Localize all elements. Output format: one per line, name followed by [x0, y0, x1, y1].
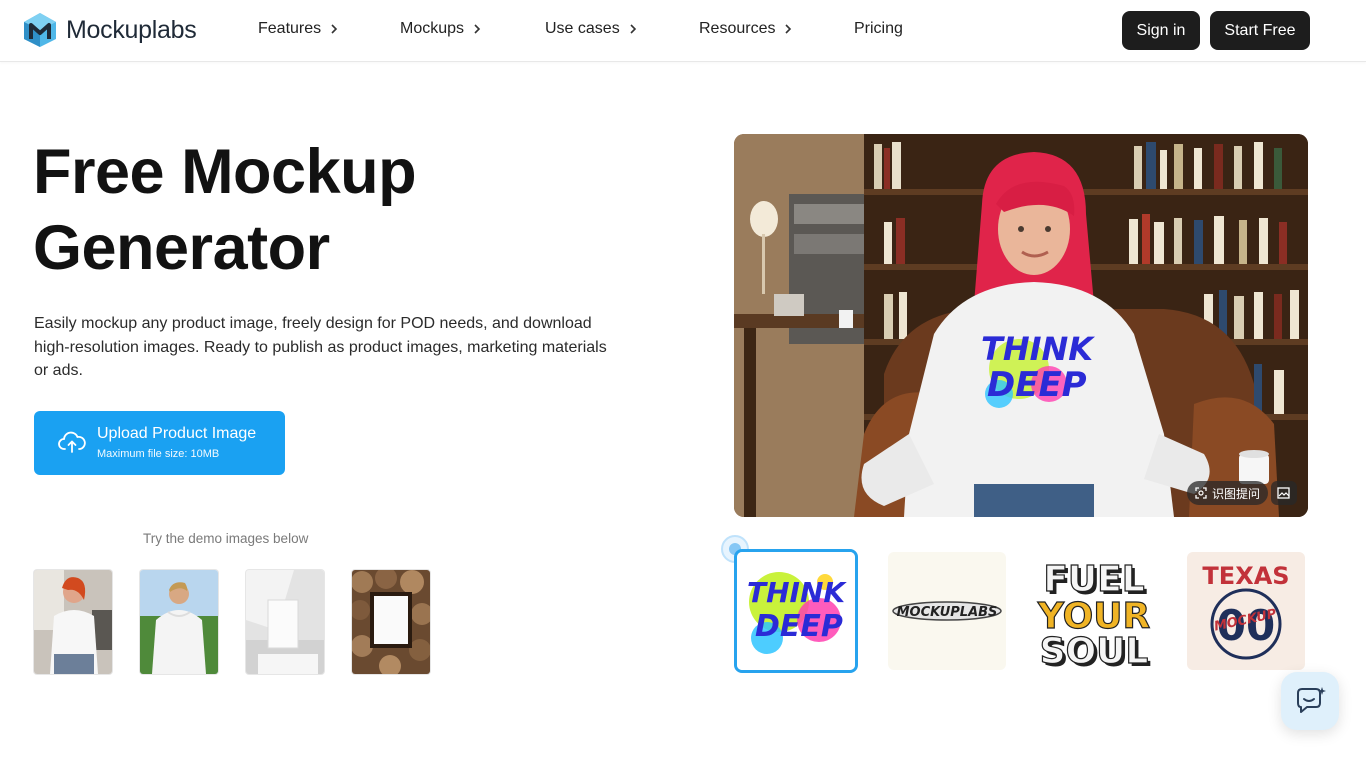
demo-image-frame-on-logs[interactable] [352, 570, 430, 674]
scan-icon [1195, 487, 1207, 499]
demo-image-man-hoodie[interactable] [140, 570, 218, 674]
design-mockuplabs[interactable]: MOCKUPLABS [888, 552, 1006, 670]
nav-resources[interactable]: Resources [699, 20, 795, 38]
design-texas[interactable]: TEXAS 00 MOCKUP [1187, 552, 1305, 670]
upload-size-note: Maximum file size: 10MB [97, 448, 220, 460]
demo-image-woman-tshirt[interactable] [34, 570, 112, 674]
nav-features[interactable]: Features [258, 20, 341, 38]
svg-text:DEEP: DEEP [987, 365, 1087, 405]
nav-use-cases-label: Use cases [545, 20, 620, 37]
design-think-deep[interactable]: THINK DEEP [734, 549, 858, 673]
mockup-preview-image: THINK DEEP [734, 134, 1308, 517]
chevron-right-icon [474, 24, 481, 34]
chat-bubble-icon [1297, 687, 1326, 713]
hero-title-line1: Free Mockup [33, 137, 417, 207]
nav-use-cases[interactable]: Use cases [545, 20, 640, 38]
design-fuel-line3: SOUL [1040, 631, 1149, 670]
nav-mockups[interactable]: Mockups [400, 20, 484, 38]
nav-pricing[interactable]: Pricing [854, 20, 903, 38]
brand-name: Mockuplabs [66, 15, 197, 44]
image-search-button[interactable] [1271, 481, 1297, 505]
svg-text:THINK: THINK [981, 330, 1095, 368]
chevron-right-icon [785, 24, 792, 34]
design-think-deep-line2: DEEP [755, 609, 843, 644]
logo-icon [24, 13, 56, 47]
design-fuel-your-soul[interactable]: FUEL FUEL YOUR SOUL SOUL [1036, 552, 1154, 670]
nav-resources-label: Resources [699, 20, 776, 37]
start-free-button[interactable]: Start Free [1210, 11, 1310, 50]
design-fuel-line1: FUEL [1043, 559, 1144, 600]
demo-image-blank-card[interactable] [246, 570, 324, 674]
hero-description: Easily mockup any product image, freely … [34, 315, 607, 379]
demo-hint: Try the demo images below [143, 531, 309, 546]
chat-widget-button[interactable] [1281, 672, 1339, 730]
hero-title-line2: Generator [33, 213, 330, 283]
top-nav: Mockuplabs Features Mockups Use cases Re… [0, 0, 1366, 62]
hero-title: Free Mockup Generator [33, 134, 633, 286]
nav-mockups-label: Mockups [400, 20, 465, 37]
image-question-chip[interactable]: 识图提问 [1187, 481, 1269, 505]
design-mockuplabs-text: MOCKUPLABS [897, 605, 998, 620]
upload-label: Upload Product Image [97, 425, 257, 442]
chevron-right-icon [331, 24, 338, 34]
upload-product-image-button[interactable]: Upload Product Image Maximum file size: … [34, 411, 285, 475]
image-icon [1277, 487, 1290, 499]
sign-in-button[interactable]: Sign in [1122, 11, 1200, 50]
cloud-upload-icon [58, 431, 86, 453]
design-texas-title: TEXAS [1202, 562, 1289, 590]
nav-features-label: Features [258, 20, 322, 37]
chevron-right-icon [630, 24, 636, 34]
design-think-deep-line1: THINK [747, 576, 847, 609]
image-question-label: 识图提问 [1212, 486, 1261, 501]
nav-pricing-label: Pricing [854, 20, 903, 37]
brand-logo[interactable]: Mockuplabs [22, 12, 197, 48]
